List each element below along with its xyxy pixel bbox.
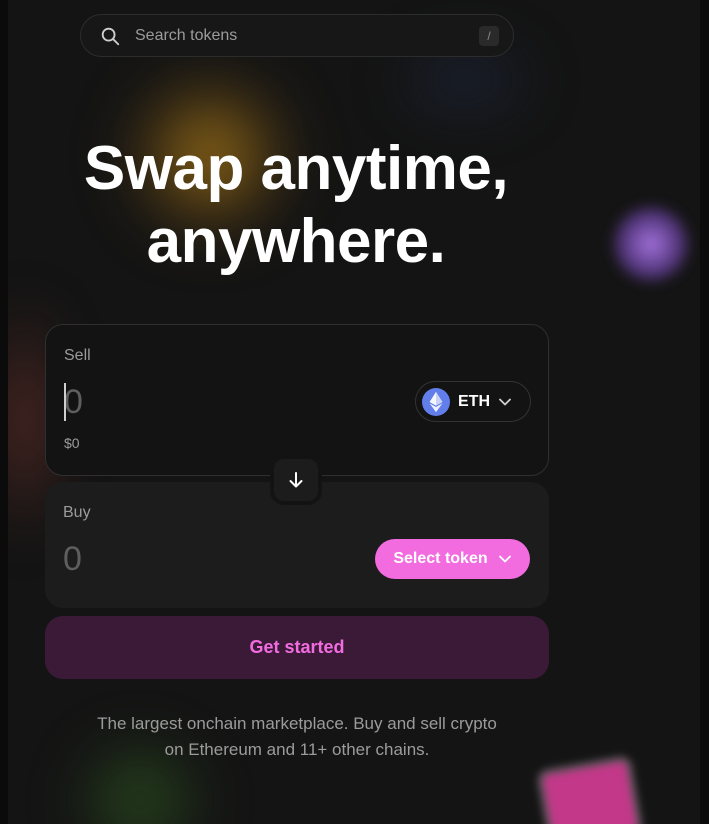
swap-direction-button[interactable] xyxy=(270,455,322,505)
buy-amount-input[interactable]: 0 xyxy=(63,540,82,579)
sell-token-selector[interactable]: ETH xyxy=(415,381,531,422)
get-started-button[interactable]: Get started xyxy=(45,616,549,679)
page: Search tokens / Swap anytime, anywhere. … xyxy=(0,0,709,824)
search-input[interactable]: Search tokens xyxy=(135,27,479,45)
page-title: Swap anytime, anywhere. xyxy=(40,132,552,278)
background-decoration-pink xyxy=(542,761,638,824)
page-title-line-1: Swap anytime, xyxy=(83,134,509,203)
select-token-label: Select token xyxy=(393,550,488,567)
frame-edge-right xyxy=(700,0,709,824)
arrow-down-icon xyxy=(289,472,303,488)
ethereum-icon xyxy=(422,387,450,416)
tagline: The largest onchain marketplace. Buy and… xyxy=(45,711,549,763)
sell-usd-value: $0 xyxy=(64,435,80,451)
chevron-down-icon xyxy=(498,555,511,563)
chevron-down-icon xyxy=(499,398,511,405)
tagline-line-1: The largest onchain marketplace. Buy and… xyxy=(97,714,497,733)
text-cursor xyxy=(64,383,66,421)
search-icon xyxy=(101,27,120,45)
sell-amount-input[interactable]: 0 xyxy=(64,383,83,422)
sell-panel: Sell 0 $0 ETH xyxy=(45,324,549,476)
tagline-line-2: on Ethereum and 11+ other chains. xyxy=(164,740,430,759)
buy-label: Buy xyxy=(63,504,91,521)
frame-edge-left xyxy=(0,0,8,824)
shortcut-key-badge: / xyxy=(479,25,499,46)
select-token-button[interactable]: Select token xyxy=(375,539,530,579)
page-title-line-2: anywhere. xyxy=(146,207,446,276)
sell-label: Sell xyxy=(64,347,91,364)
sell-token-symbol: ETH xyxy=(458,392,490,410)
search-bar[interactable]: Search tokens / xyxy=(80,14,514,57)
background-glow-purple xyxy=(612,205,690,283)
